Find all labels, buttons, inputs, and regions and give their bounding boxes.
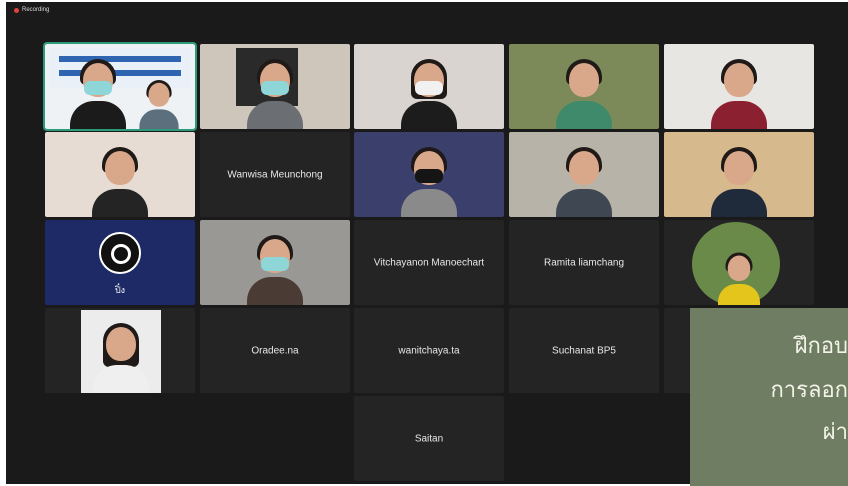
participant-tile-vitchayanon[interactable]: Vitchayanon Manoechart — [354, 220, 504, 305]
banner-line-1: ฝึกอบ — [794, 334, 848, 359]
participant-name: Saitan — [414, 433, 444, 444]
video-tile[interactable] — [664, 132, 814, 217]
record-dot-icon — [14, 7, 19, 13]
video-tile-presenter[interactable] — [43, 42, 197, 131]
participant-video — [247, 59, 303, 129]
participant-label: ปิ๋ง — [114, 285, 126, 295]
participant-video — [556, 59, 612, 129]
participant-tile-oradee[interactable]: Oradee.na — [200, 308, 350, 393]
video-tile[interactable] — [45, 308, 195, 393]
participant-video — [401, 59, 457, 129]
participant-photo — [81, 310, 161, 393]
participant-video — [247, 235, 303, 305]
participant-name: Suchanat BP5 — [552, 345, 616, 356]
video-tile[interactable] — [200, 44, 350, 129]
recording-indicator: Recording — [14, 7, 49, 13]
video-tile[interactable] — [45, 132, 195, 217]
participant-tile-wanwisa[interactable]: Wanwisa Meunchong — [200, 132, 350, 217]
video-tile[interactable] — [354, 44, 504, 129]
participant-tile-ramita[interactable]: Ramita liamchang — [509, 220, 659, 305]
participant-tile-wanitchaya[interactable]: wanitchaya.ta — [354, 308, 504, 393]
video-tile[interactable] — [354, 132, 504, 217]
participant-video — [92, 147, 148, 217]
recording-label: Recording — [22, 7, 50, 13]
overlay-banner: ฝึกอบ การลอก ผ่า — [690, 308, 848, 486]
video-tile[interactable] — [664, 44, 814, 129]
video-tile[interactable] — [509, 132, 659, 217]
video-tile[interactable] — [664, 220, 814, 305]
participant-video — [139, 80, 179, 129]
participant-name: Oradee.na — [251, 345, 299, 356]
participant-video — [401, 147, 457, 217]
obs-logo-icon — [99, 232, 141, 274]
video-tile-obs[interactable]: ปิ๋ง — [45, 220, 195, 305]
participant-name: Ramita liamchang — [543, 257, 625, 268]
participant-name: Wanwisa Meunchong — [227, 169, 323, 180]
participant-name: Vitchayanon Manoechart — [373, 257, 485, 268]
video-tile[interactable] — [509, 44, 659, 129]
banner-line-3: ผ่า — [822, 420, 848, 445]
participant-video — [711, 147, 767, 217]
participant-name: wanitchaya.ta — [398, 345, 460, 356]
participant-tile-suchanat[interactable]: Suchanat BP5 — [509, 308, 659, 393]
participant-video — [556, 147, 612, 217]
participant-video — [69, 59, 126, 129]
participant-tile-saitan[interactable]: Saitan — [354, 396, 504, 481]
banner-line-2: การลอก — [770, 378, 848, 403]
participant-video — [718, 252, 760, 305]
participant-video — [711, 59, 767, 129]
video-tile[interactable] — [200, 220, 350, 305]
